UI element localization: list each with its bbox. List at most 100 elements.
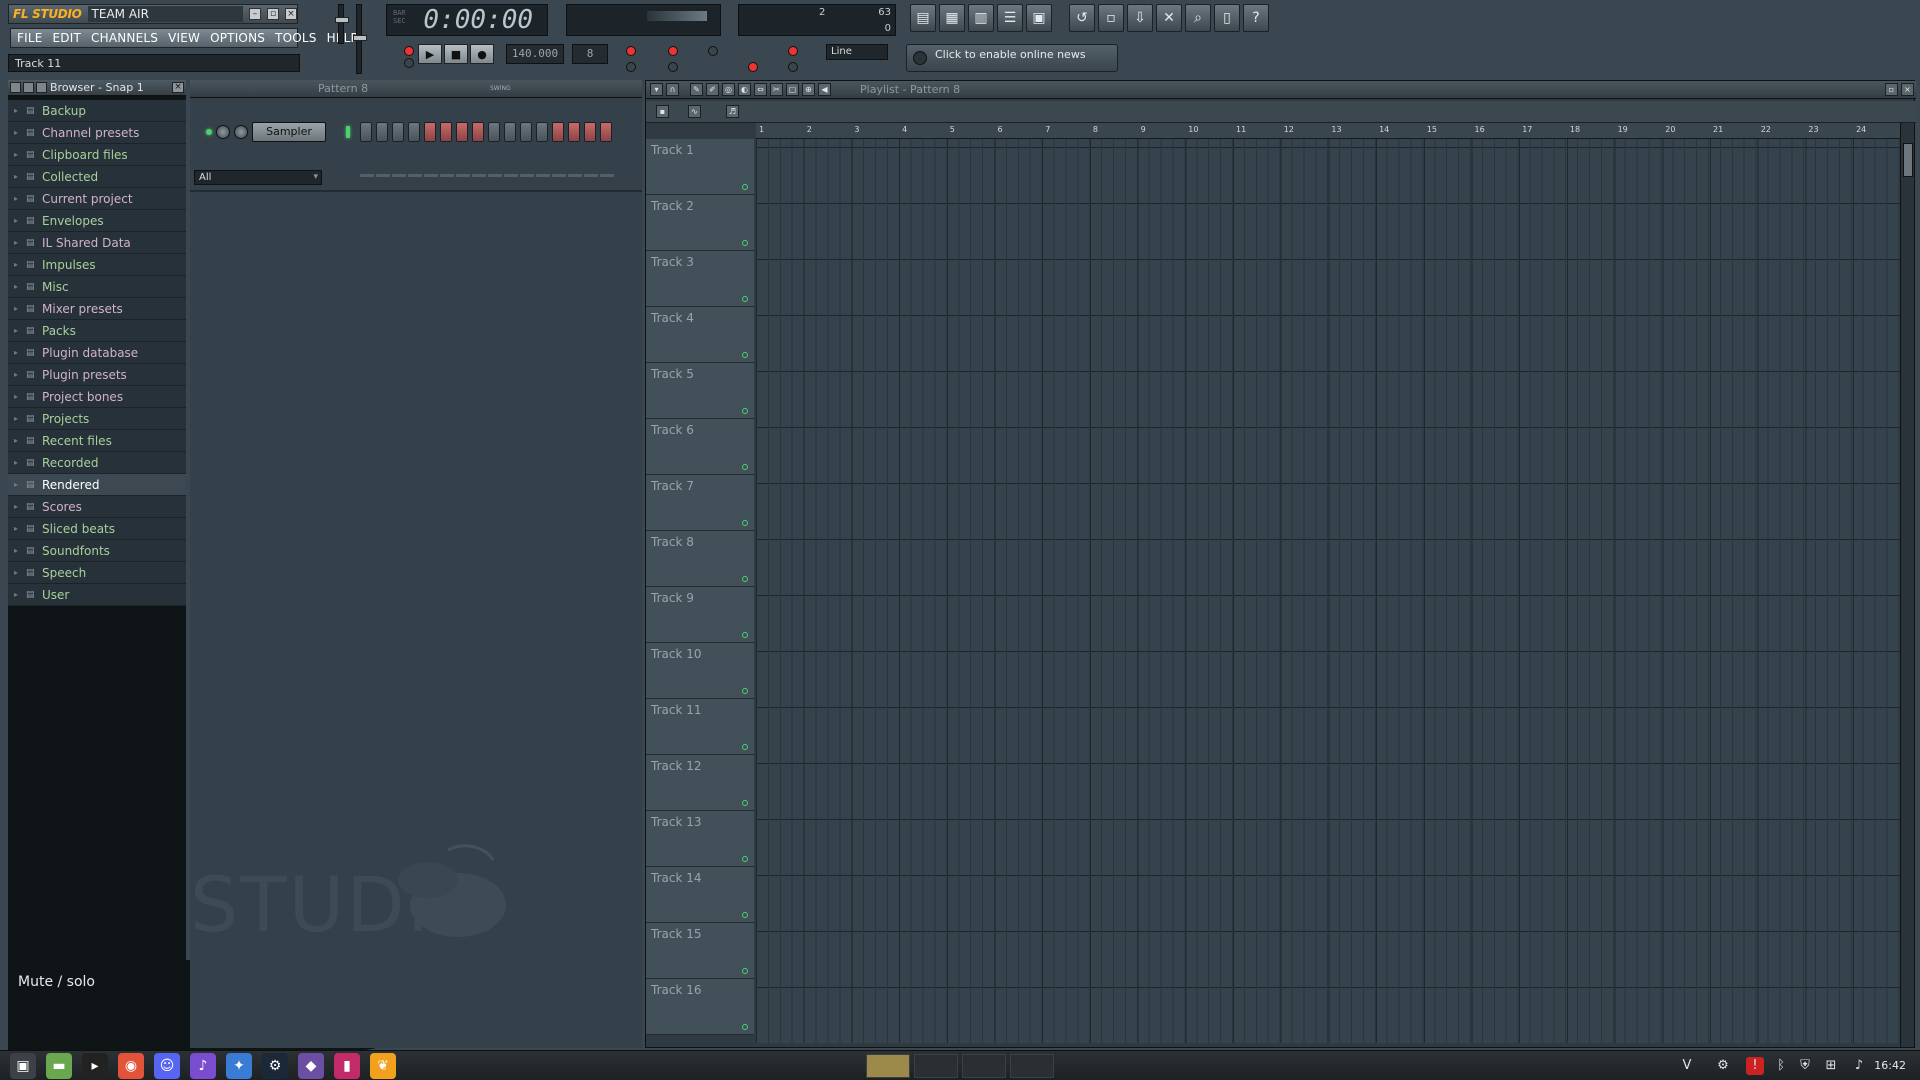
expand-icon[interactable]: ▸ <box>14 172 20 181</box>
pattern-mode-led[interactable] <box>404 46 414 56</box>
track-mute-led[interactable] <box>742 856 748 862</box>
expand-icon[interactable]: ▸ <box>14 128 20 137</box>
browser-item[interactable]: ▸ ▤ Plugin database <box>8 342 186 364</box>
step-button[interactable] <box>408 122 420 142</box>
mixer-icon[interactable]: ▣ <box>1026 4 1052 32</box>
track-header[interactable]: Track 5 <box>646 363 754 419</box>
playlist-menu-icon[interactable]: ▾ <box>650 83 663 96</box>
notify-tray-icon[interactable]: ! <box>1746 1057 1764 1075</box>
tempo-display[interactable]: 140.000 <box>506 44 564 64</box>
sampler-channel-button[interactable]: Sampler <box>252 122 326 142</box>
select-icon[interactable]: ▢ <box>786 83 799 96</box>
music-player-icon[interactable]: ♪ <box>190 1052 216 1079</box>
browser-snap-icon[interactable] <box>36 82 47 93</box>
steam-tray-icon[interactable]: ⚙ <box>1714 1057 1732 1075</box>
track-mute-led[interactable] <box>742 296 748 302</box>
expand-icon[interactable]: ▸ <box>14 216 20 225</box>
playlist-view-icon[interactable]: ▤ <box>910 4 936 32</box>
expand-icon[interactable]: ▸ <box>14 590 20 599</box>
channel-pan-knob[interactable] <box>234 125 248 139</box>
export-icon[interactable]: ⇩ <box>1127 4 1153 32</box>
expand-icon[interactable]: ▸ <box>14 106 20 115</box>
expand-icon[interactable]: ▸ <box>14 458 20 467</box>
step-button[interactable] <box>392 122 404 142</box>
step-button[interactable] <box>504 122 516 142</box>
step-button[interactable] <box>568 122 580 142</box>
track-mute-led[interactable] <box>742 744 748 750</box>
browser-item[interactable]: ▸ ▤ Misc <box>8 276 186 298</box>
track-header[interactable]: Track 10 <box>646 643 754 699</box>
song-time-display[interactable]: BAR SEC 0:00:00 <box>386 4 548 36</box>
browser-item[interactable]: ▸ ▤ Speech <box>8 562 186 584</box>
stop-button[interactable]: ■ <box>444 44 468 64</box>
bluetooth-tray-icon[interactable]: ᛒ <box>1772 1057 1790 1075</box>
typing-keyboard-led[interactable] <box>748 62 758 72</box>
overdub-led[interactable] <box>626 62 636 72</box>
browser-item[interactable]: ▸ ▤ Collected <box>8 166 186 188</box>
track-mute-led[interactable] <box>742 968 748 974</box>
browser-item[interactable]: ▸ ▤ Projects <box>8 408 186 430</box>
expand-icon[interactable]: ▸ <box>14 370 20 379</box>
step-button[interactable] <box>440 122 452 142</box>
bookmark-app-icon[interactable]: ▮ <box>334 1052 360 1079</box>
step-edit-led[interactable] <box>668 62 678 72</box>
playlist-close-icon[interactable]: × <box>1901 83 1914 96</box>
vertical-scrollbar[interactable] <box>1900 123 1914 1047</box>
track-mute-led[interactable] <box>742 408 748 414</box>
channel-volume-knob[interactable] <box>216 125 230 139</box>
browser-item[interactable]: ▸ ▤ Recent files <box>8 430 186 452</box>
workspace-4[interactable] <box>1010 1054 1054 1078</box>
browser-item[interactable]: ▸ ▤ Sliced beats <box>8 518 186 540</box>
track-mute-led[interactable] <box>742 520 748 526</box>
expand-icon[interactable]: ▸ <box>14 524 20 533</box>
track-mute-led[interactable] <box>742 1024 748 1030</box>
step-sequencer-icon[interactable]: ▦ <box>939 4 965 32</box>
automation-icon[interactable]: ∿ <box>688 105 701 118</box>
track-mute-led[interactable] <box>742 688 748 694</box>
browser-item[interactable]: ▸ ▤ Scores <box>8 496 186 518</box>
steam-icon[interactable]: ⚙ <box>262 1052 288 1079</box>
step-button[interactable] <box>472 122 484 142</box>
track-mute-led[interactable] <box>742 184 748 190</box>
track-mute-led[interactable] <box>742 632 748 638</box>
save-icon[interactable]: ▫ <box>1098 4 1124 32</box>
browser-item[interactable]: ▸ ▤ Rendered <box>8 474 186 496</box>
track-header[interactable]: Track 8 <box>646 531 754 587</box>
menu-options[interactable]: OPTIONS <box>210 31 265 45</box>
browser-item[interactable]: ▸ ▤ User <box>8 584 186 606</box>
track-header[interactable]: Track 1 <box>646 139 754 195</box>
browser-item[interactable]: ▸ ▤ Plugin presets <box>8 364 186 386</box>
help-icon[interactable]: ? <box>1243 4 1269 32</box>
track-header[interactable]: Track 3 <box>646 251 754 307</box>
browser-item[interactable]: ▸ ▤ Clipboard files <box>8 144 186 166</box>
piano-roll-icon[interactable]: ▥ <box>968 4 994 32</box>
terminal-icon[interactable]: ▸ <box>82 1052 108 1079</box>
menu-tools[interactable]: TOOLS <box>275 31 317 45</box>
browser-item[interactable]: ▸ ▤ IL Shared Data <box>8 232 186 254</box>
expand-icon[interactable]: ▸ <box>14 348 20 357</box>
channel-mute-led[interactable] <box>206 129 212 135</box>
countdown-led[interactable] <box>708 46 718 56</box>
expand-icon[interactable]: ▸ <box>14 546 20 555</box>
playback-icon[interactable]: ◀ <box>818 83 831 96</box>
playlist-grid[interactable] <box>756 139 1900 1043</box>
browser-item[interactable]: ▸ ▤ Impulses <box>8 254 186 276</box>
workspace-1[interactable] <box>866 1054 910 1078</box>
app-icon[interactable]: ◆ <box>298 1052 324 1079</box>
track-header[interactable]: Track 7 <box>646 475 754 531</box>
menu-launcher-icon[interactable]: ▣ <box>10 1052 36 1079</box>
step-button[interactable] <box>376 122 388 142</box>
expand-icon[interactable]: ▸ <box>14 480 20 489</box>
browser-close-icon[interactable]: × <box>172 82 184 93</box>
step-button[interactable] <box>424 122 436 142</box>
song-mode-led[interactable] <box>404 58 414 68</box>
record-button[interactable]: ● <box>470 44 494 64</box>
expand-icon[interactable]: ▸ <box>14 414 20 423</box>
online-news-panel[interactable]: Click to enable online news <box>906 44 1118 72</box>
browser-item[interactable]: ▸ ▤ Envelopes <box>8 210 186 232</box>
undo-icon[interactable]: ↺ <box>1069 4 1095 32</box>
multilink-led[interactable] <box>788 62 798 72</box>
menu-channels[interactable]: CHANNELS <box>91 31 158 45</box>
network-tray-icon[interactable]: ⊞ <box>1822 1057 1840 1075</box>
mute-tool-icon[interactable]: ◐ <box>738 83 751 96</box>
